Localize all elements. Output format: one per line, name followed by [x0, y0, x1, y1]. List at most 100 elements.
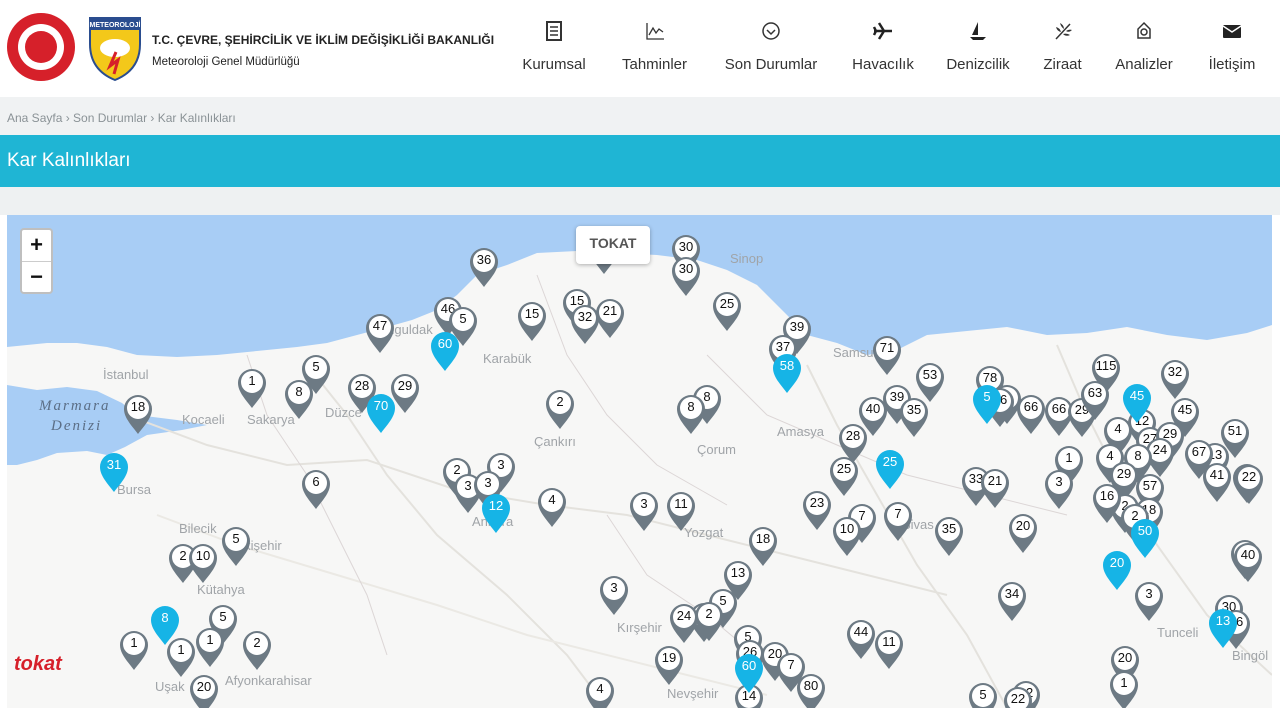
ministry-logo[interactable] [7, 13, 75, 81]
nav-tahminler[interactable]: Tahminler [617, 20, 692, 80]
document-icon [546, 21, 562, 41]
marker-value: 40 [865, 401, 881, 416]
ministry-name: T.C. ÇEVRE, ŞEHİRCİLİK VE İKLİM DEĞİŞİKL… [152, 33, 495, 47]
snow-marker[interactable]: 22 [1002, 685, 1034, 708]
snow-marker[interactable]: 5 [220, 525, 252, 567]
nav-son-durumlar[interactable]: Son Durumlar [720, 20, 822, 80]
snow-marker[interactable]: 3 [1043, 468, 1075, 510]
snow-marker-highlighted[interactable]: 70 [365, 392, 397, 434]
snow-marker[interactable]: 11 [665, 490, 697, 532]
snow-marker[interactable]: 35 [933, 515, 965, 557]
snow-marker[interactable]: 19 [653, 644, 685, 686]
snow-marker[interactable]: 3 [598, 574, 630, 616]
chart-icon [645, 23, 664, 40]
snow-marker[interactable]: 8 [675, 393, 707, 435]
marker-value: 4 [548, 492, 556, 507]
marker-value: 2 [705, 606, 713, 621]
snow-marker[interactable]: 1 [1108, 669, 1140, 708]
nav-denizcilik[interactable]: Denizcilik [943, 20, 1013, 80]
marker-value: 1 [1120, 675, 1128, 690]
snow-marker[interactable]: 1 [118, 629, 150, 671]
zoom-in-button[interactable]: + [22, 230, 51, 261]
snow-marker[interactable]: 18 [122, 393, 154, 435]
nav-label: Analizler [1115, 56, 1173, 73]
nav-analizler[interactable]: Analizler [1112, 20, 1176, 80]
snow-marker[interactable]: 36 [468, 246, 500, 288]
marker-value: 58 [779, 358, 795, 373]
snow-marker-highlighted[interactable]: 58 [771, 352, 803, 394]
marker-value: 6 [312, 474, 320, 489]
nav-iletisim[interactable]: İletişim [1204, 20, 1260, 80]
marker-value: 115 [1095, 358, 1117, 373]
snow-marker[interactable]: 6 [300, 468, 332, 510]
marker-value: 5 [983, 389, 991, 404]
snow-marker-highlighted[interactable]: 13 [1207, 607, 1239, 649]
snow-marker[interactable]: 2 [544, 388, 576, 430]
snow-marker[interactable]: 3 [1133, 580, 1165, 622]
sea-label: Marmara [39, 398, 111, 414]
nav-ziraat[interactable]: Ziraat [1040, 20, 1085, 80]
snow-marker[interactable]: 15 [516, 300, 548, 342]
snow-marker[interactable]: 1 [236, 367, 268, 409]
zoom-out-button[interactable]: − [22, 261, 51, 292]
snow-marker[interactable]: 47 [364, 312, 396, 354]
snow-marker-highlighted[interactable]: 45 [1121, 382, 1153, 424]
marker-value: 8 [687, 399, 695, 414]
snow-marker-highlighted[interactable]: 31 [98, 451, 130, 493]
breadcrumb[interactable]: Ana Sayfa › Son Durumlar › Kar Kalınlıkl… [7, 111, 236, 125]
snow-marker[interactable]: 4 [584, 675, 616, 708]
province-tooltip: TOKAT [576, 226, 650, 264]
marker-value: 20 [1109, 555, 1125, 570]
snow-marker[interactable]: 25 [711, 290, 743, 332]
snow-marker[interactable]: 71 [871, 334, 903, 376]
airplane-icon [872, 22, 892, 40]
snow-marker[interactable]: 41 [1201, 461, 1233, 503]
snow-marker[interactable]: 80 [795, 672, 827, 708]
snow-marker[interactable]: 21 [594, 297, 626, 339]
place-label: Kütahya [197, 582, 245, 597]
snow-marker[interactable]: 11 [873, 628, 905, 670]
marker-value: 16 [1099, 488, 1115, 503]
snow-marker[interactable]: 34 [996, 580, 1028, 622]
marker-value: 63 [1087, 385, 1103, 400]
snow-marker[interactable]: 22 [1233, 463, 1265, 505]
snow-marker[interactable]: 30 [670, 255, 702, 297]
marker-value: 13 [1215, 613, 1231, 628]
snow-marker[interactable]: 35 [898, 396, 930, 438]
snow-marker[interactable]: 5 [967, 681, 999, 708]
marker-value: 15 [524, 306, 540, 321]
zoom-control: + − [20, 228, 53, 294]
snow-marker[interactable]: 3 [628, 490, 660, 532]
snow-marker[interactable]: 20 [1007, 512, 1039, 554]
place-label: Tunceli [1157, 625, 1199, 640]
snow-marker-highlighted[interactable]: 8 [149, 604, 181, 646]
snow-marker-highlighted[interactable]: 60 [429, 330, 461, 372]
nav-havacilik[interactable]: Havacılık [850, 20, 916, 80]
snow-depth-map[interactable]: Marmara Denizi İstanbul Kocaeli Sakarya … [7, 215, 1272, 708]
snow-marker[interactable]: 2 [693, 600, 725, 642]
snow-marker-highlighted[interactable]: 60 [733, 652, 765, 694]
snow-marker[interactable]: 23 [801, 489, 833, 531]
meteoroloji-logo[interactable]: METEOROLOJİ [88, 14, 142, 82]
snow-marker[interactable]: 8 [283, 378, 315, 420]
snow-marker-highlighted[interactable]: 5 [971, 383, 1003, 425]
marker-value: 5 [312, 359, 320, 374]
marker-value: 3 [1145, 586, 1153, 601]
place-label: Çorum [697, 442, 737, 457]
snow-marker[interactable]: 10 [187, 542, 219, 584]
snow-marker[interactable]: 40 [1232, 541, 1264, 583]
snow-marker-highlighted[interactable]: 20 [1101, 549, 1133, 591]
snow-marker[interactable]: 10 [831, 515, 863, 557]
snow-marker[interactable]: 1 [194, 626, 226, 668]
snow-marker[interactable]: 7 [882, 500, 914, 542]
snow-marker-highlighted[interactable]: 50 [1129, 517, 1161, 559]
snow-marker[interactable]: 32 [1159, 358, 1191, 400]
snow-marker-highlighted[interactable]: 12 [480, 492, 512, 534]
snow-marker[interactable]: 20 [188, 673, 220, 708]
nav-kurumsal[interactable]: Kurumsal [519, 20, 589, 80]
snow-marker[interactable]: 21 [979, 467, 1011, 509]
snow-marker[interactable]: 4 [536, 486, 568, 528]
snow-marker-highlighted[interactable]: 25 [874, 448, 906, 490]
snow-marker[interactable]: 2 [241, 629, 273, 671]
marker-value: 22 [1010, 691, 1026, 706]
